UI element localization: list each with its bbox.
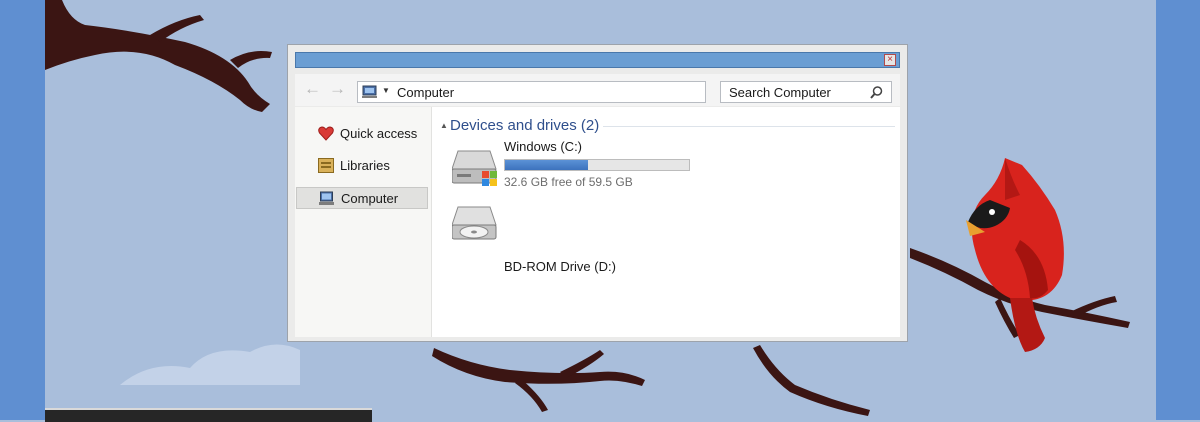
branch-twig	[150, 15, 204, 42]
drive-usage-fill	[505, 160, 589, 170]
search-icon[interactable]	[870, 86, 883, 99]
branch-bottom	[753, 345, 870, 416]
nav-item-libraries[interactable]: Libraries	[296, 155, 428, 177]
computer-icon	[362, 85, 377, 98]
hard-drive-windows-icon	[452, 150, 497, 186]
nav-item-label: Libraries	[340, 158, 390, 173]
heart-icon	[318, 126, 334, 141]
library-icon	[318, 158, 334, 173]
search-placeholder: Search Computer	[729, 85, 831, 100]
group-header-devices[interactable]: Devices and drives (2)	[450, 117, 599, 134]
drive-name: BD-ROM Drive (D:)	[504, 259, 616, 274]
explorer-window: × ← → ▼ Computer Search Computer Quick a…	[287, 44, 908, 342]
close-icon: ×	[887, 54, 893, 65]
forward-arrow-icon[interactable]: →	[329, 80, 346, 98]
branch-upper-left	[45, 0, 270, 112]
branch-bottom	[432, 348, 645, 386]
drive-free-space: 32.6 GB free of 59.5 GB	[504, 175, 633, 189]
content-pane: ▲ Devices and drives (2) Windows (C:) 32…	[432, 107, 900, 337]
address-location: Computer	[397, 85, 455, 100]
nav-item-label: Computer	[341, 191, 399, 206]
nav-item-computer[interactable]: Computer	[296, 187, 428, 209]
optical-drive-icon	[452, 206, 497, 240]
nav-item-quick-access[interactable]: Quick access	[296, 123, 428, 145]
back-arrow-icon[interactable]: ←	[304, 80, 321, 98]
address-dropdown-icon[interactable]: ▼	[382, 86, 390, 95]
address-bar[interactable]: ▼ Computer	[357, 81, 706, 103]
drive-name: Windows (C:)	[504, 139, 583, 154]
computer-icon	[319, 191, 334, 205]
close-button[interactable]: ×	[884, 54, 896, 66]
search-box[interactable]: Search Computer	[720, 81, 892, 103]
title-bar[interactable]: ×	[295, 52, 900, 68]
branch-twig	[230, 51, 272, 68]
group-divider	[603, 126, 895, 127]
cloud	[120, 344, 300, 385]
cardinal-bird-illustration	[966, 158, 1064, 352]
nav-item-label: Quick access	[340, 126, 418, 141]
drive-usage-bar	[504, 159, 690, 171]
navigation-bar: ← → ▼ Computer Search Computer	[295, 74, 900, 106]
navigation-pane: Quick access Libraries Computer	[295, 107, 432, 337]
collapse-group-icon[interactable]: ▲	[440, 121, 448, 130]
